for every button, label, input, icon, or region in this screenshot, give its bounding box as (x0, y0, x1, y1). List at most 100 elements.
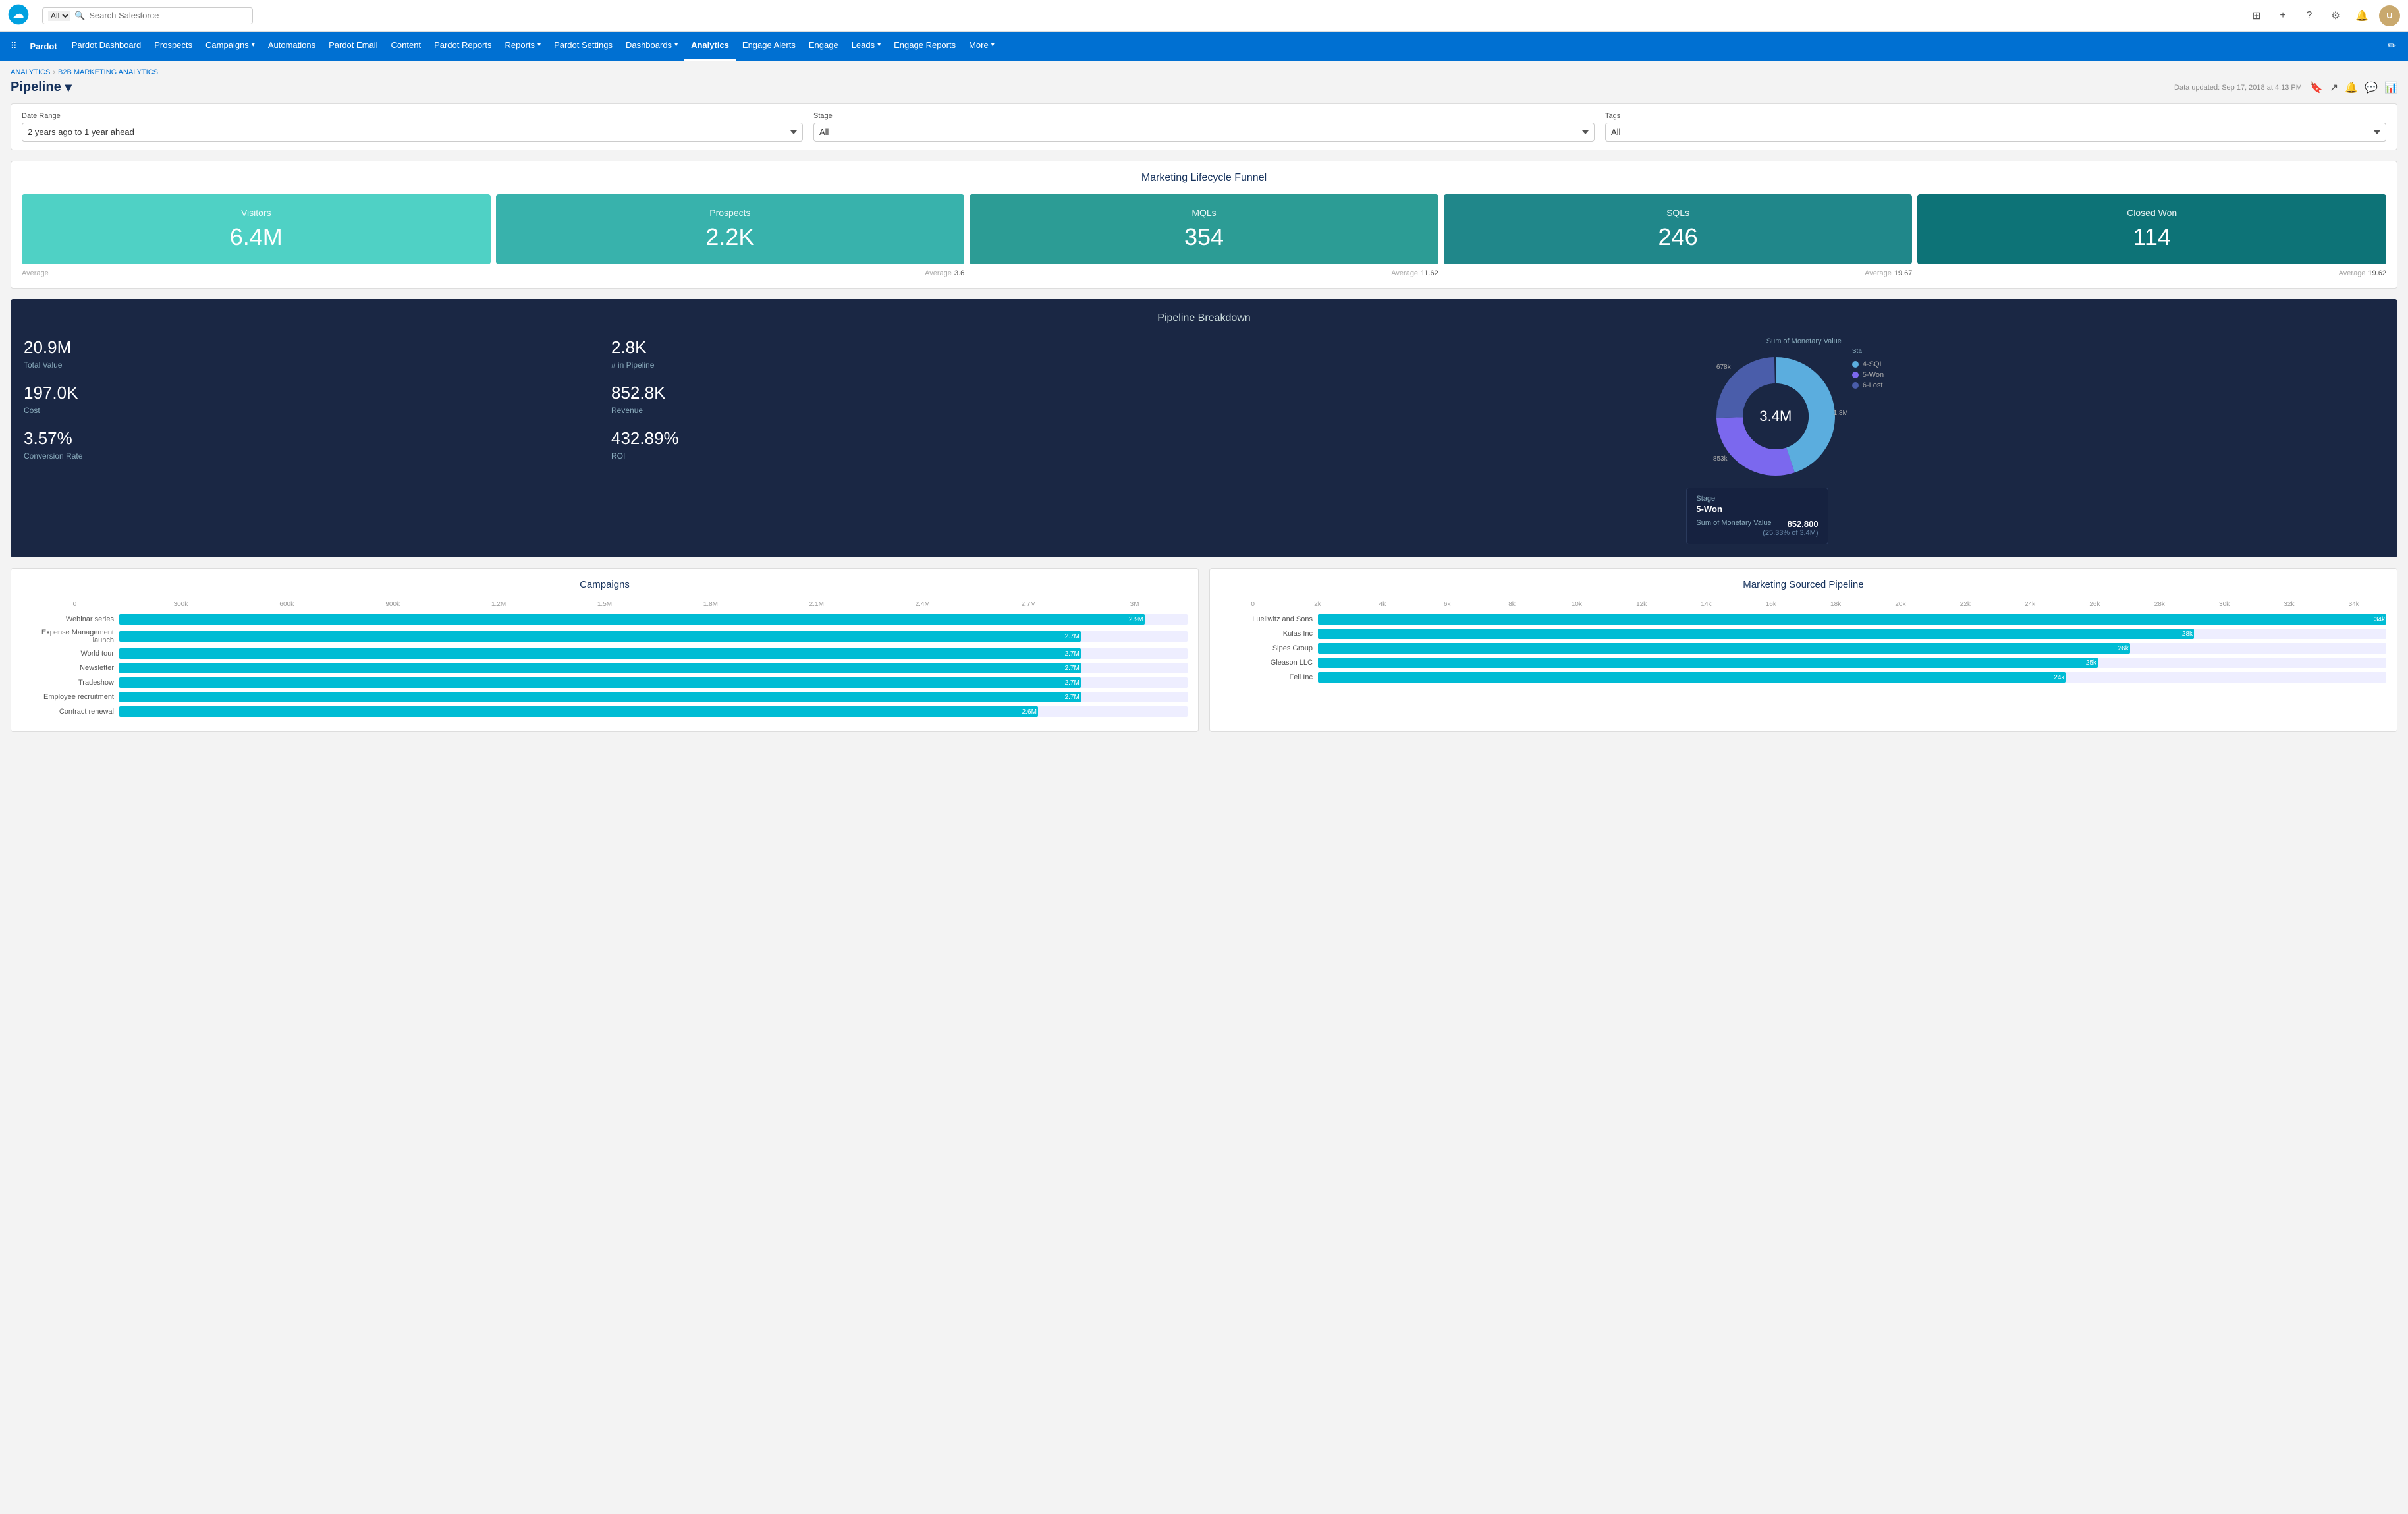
search-icon: 🔍 (74, 11, 85, 21)
bell-icon[interactable]: 🔔 (2353, 7, 2371, 25)
help-icon[interactable]: ? (2300, 7, 2318, 25)
nav-item-automations[interactable]: Automations (261, 32, 322, 61)
pipeline-stat-3: 852.8K Revenue (611, 383, 1199, 415)
nav-item-content[interactable]: Content (385, 32, 428, 61)
campaigns-axis-label: 1.2M (446, 601, 552, 608)
grid-icon[interactable]: ⊞ (2247, 7, 2266, 25)
pipeline-axis-label: 26k (2062, 601, 2127, 608)
pipeline-axis-label: 20k (1868, 601, 1932, 608)
breadcrumb-analytics[interactable]: ANALYTICS (11, 69, 50, 76)
campaigns-bar-val-5: 2.7M (1065, 694, 1082, 701)
nav-item-pardot-email[interactable]: Pardot Email (322, 32, 384, 61)
page-title-chevron[interactable]: ▾ (65, 79, 72, 96)
data-updated: Data updated: Sep 17, 2018 at 4:13 PM (2174, 84, 2302, 92)
campaigns-axis-label: 1.8M (657, 601, 763, 608)
campaigns-bar-row: Expense Management launch 2.7M (22, 629, 1188, 644)
tooltip-stage-label: Stage (1696, 495, 1818, 503)
pipeline-axis-label: 22k (1933, 601, 1998, 608)
pipeline-bar-label-4: Feil Inc (1220, 673, 1313, 681)
chart-icon[interactable]: 📊 (2384, 81, 2397, 94)
edit-nav-icon[interactable]: ✏ (2381, 40, 2403, 53)
bookmark-icon[interactable]: 🔖 (2310, 81, 2323, 94)
tags-select[interactable]: All (1605, 123, 2386, 142)
pipeline-bar-label-2: Sipes Group (1220, 644, 1313, 652)
nav-item-more[interactable]: More▾ (962, 32, 1001, 61)
tooltip-metric: Sum of Monetary Value 852,800 (1696, 519, 1818, 529)
nav-item-engage[interactable]: Engage (802, 32, 845, 61)
pipeline-axis-label: 32k (2257, 601, 2321, 608)
search-input[interactable] (89, 11, 247, 20)
salesforce-logo[interactable]: ☁ (8, 4, 29, 27)
pipeline-axis: 02k4k6k8k10k12k14k16k18k20k22k24k26k28k3… (1220, 601, 2386, 611)
tile-label-prospects: Prospects (709, 208, 750, 218)
tile-value-sqls: 246 (1658, 223, 1698, 251)
campaigns-bar-track-4: 2.7M (119, 677, 1188, 688)
donut-center-value: 3.4M (1759, 408, 1792, 425)
pipeline-bar-track-3: 25k (1318, 658, 2386, 668)
campaigns-axis-label: 300k (128, 601, 234, 608)
legend-6lost-label: 6-Lost (1863, 381, 1883, 389)
breadcrumb-b2b[interactable]: B2B MARKETING ANALYTICS (58, 69, 158, 76)
nav-item-campaigns[interactable]: Campaigns▾ (199, 32, 261, 61)
pipeline-bar-val-0: 34k (2374, 616, 2388, 623)
campaigns-bar-track-6: 2.6M (119, 706, 1188, 717)
campaigns-bar-fill-6: 2.6M (119, 706, 1038, 717)
nav-item-analytics[interactable]: Analytics (684, 32, 736, 61)
campaigns-bar-val-3: 2.7M (1065, 665, 1082, 672)
pipeline-bar-val-4: 24k (2054, 674, 2067, 681)
pipeline-breakdown-card: Pipeline Breakdown 20.9M Total Value2.8K… (11, 299, 2397, 557)
pipeline-bar-row: Gleason LLC 25k (1220, 658, 2386, 668)
nav-item-pardot-dashboard[interactable]: Pardot Dashboard (65, 32, 148, 61)
pipeline-title: Pipeline Breakdown (24, 312, 2384, 324)
pipeline-axis-label: 28k (2127, 601, 2192, 608)
nav-item-leads[interactable]: Leads▾ (845, 32, 887, 61)
nav-item-pardot-settings[interactable]: Pardot Settings (547, 32, 619, 61)
pipeline-bar-track-4: 24k (1318, 672, 2386, 683)
nav-item-dashboards[interactable]: Dashboards▾ (619, 32, 684, 61)
nav-item-prospects[interactable]: Prospects (148, 32, 199, 61)
avatar[interactable]: U (2379, 5, 2400, 26)
comment-icon[interactable]: 💬 (2365, 81, 2378, 94)
tile-label-closed-won: Closed Won (2127, 208, 2177, 218)
search-scope-select[interactable]: All (48, 11, 70, 21)
campaigns-title: Campaigns (22, 579, 1188, 590)
pipeline-bar-track-2: 26k (1318, 643, 2386, 654)
app-navigation: ⠿ Pardot Pardot DashboardProspectsCampai… (0, 32, 2408, 61)
legend-4sql-label: 4-SQL (1863, 360, 1884, 368)
pipeline-stats-area: 20.9M Total Value2.8K # in Pipeline197.0… (24, 337, 1199, 544)
date-range-select[interactable]: 2 years ago to 1 year ahead (22, 123, 803, 142)
nav-item-pardot-reports[interactable]: Pardot Reports (427, 32, 498, 61)
campaigns-bar-row: World tour 2.7M (22, 648, 1188, 659)
nav-item-engage-reports[interactable]: Engage Reports (887, 32, 962, 61)
pipeline-bar-row: Lueilwitz and Sons 34k (1220, 614, 2386, 625)
pipeline-axis-label: 2k (1285, 601, 1350, 608)
donut-chart: 3.4M 678k 853k 1.8M (1710, 350, 1842, 482)
breadcrumb-sep-1: › (53, 69, 55, 76)
pipeline-bar-fill-0: 34k (1318, 614, 2386, 625)
pipeline-chart-title: Marketing Sourced Pipeline (1220, 579, 2386, 590)
app-launcher[interactable]: ⠿ (5, 41, 22, 51)
campaigns-bar-fill-2: 2.7M (119, 648, 1081, 659)
stage-select[interactable]: All (813, 123, 1595, 142)
pipeline-axis-label: 24k (1998, 601, 2062, 608)
search-bar[interactable]: All 🔍 (42, 7, 253, 24)
funnel-avg-0: Average (22, 269, 491, 277)
pipeline-stat-5: 432.89% ROI (611, 428, 1199, 461)
grid-launcher-icon: ⠿ (11, 41, 17, 51)
campaigns-axis-label: 2.1M (763, 601, 869, 608)
funnel-tile-visitors: Visitors 6.4M (22, 194, 491, 264)
campaigns-bar-label-3: Newsletter (22, 664, 114, 672)
add-icon[interactable]: + (2274, 7, 2292, 25)
subscribe-icon[interactable]: 🔔 (2345, 81, 2358, 94)
share-icon[interactable]: ↗ (2330, 81, 2338, 94)
nav-item-reports[interactable]: Reports▾ (499, 32, 548, 61)
page-title: Pipeline (11, 80, 61, 95)
campaigns-bar-fill-3: 2.7M (119, 663, 1081, 673)
nav-item-engage-alerts[interactable]: Engage Alerts (736, 32, 802, 61)
settings-icon[interactable]: ⚙ (2326, 7, 2345, 25)
pipeline-bars: Lueilwitz and Sons 34k Kulas Inc 28k Sip… (1220, 614, 2386, 683)
donut-annotation-678k: 678k (1716, 364, 1731, 371)
funnel-avg-2: Average 11.62 (970, 269, 1438, 277)
pipeline-bar-row: Sipes Group 26k (1220, 643, 2386, 654)
funnel-tile-sqls: SQLs 246 (1444, 194, 1913, 264)
